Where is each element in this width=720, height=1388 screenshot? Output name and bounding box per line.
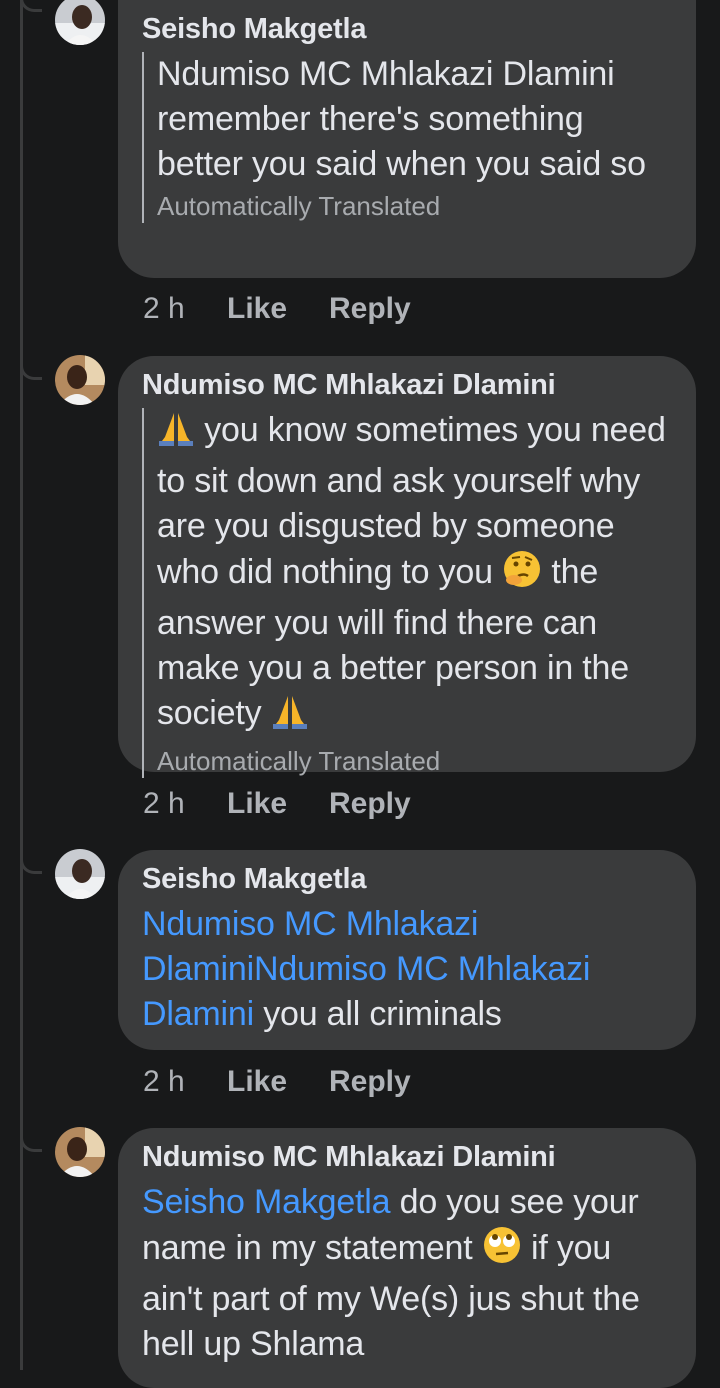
avatar[interactable] (55, 0, 105, 45)
reply-connector (20, 0, 42, 12)
comment-text: Ndumiso MC Mhlakazi Dlamini remember the… (157, 55, 646, 183)
avatar[interactable] (55, 1127, 105, 1177)
translated-quote: Ndumiso MC Mhlakazi Dlamini remember the… (142, 52, 672, 223)
comment-actions: 2 h Like Reply (143, 1065, 411, 1099)
reply-button[interactable]: Reply (329, 1065, 411, 1099)
comment-time[interactable]: 2 h (143, 292, 227, 326)
comment-time[interactable]: 2 h (143, 787, 227, 821)
avatar[interactable] (55, 849, 105, 899)
comment-bubble: Ndumiso MC Mhlakazi Dlamini you know som… (118, 356, 696, 778)
comment-author[interactable]: Seisho Makgetla (142, 12, 672, 46)
comment-author[interactable]: Ndumiso MC Mhlakazi Dlamini (142, 1140, 672, 1174)
eye-roll-emoji-icon (482, 1225, 522, 1277)
comment-text: Ndumiso MC Mhlakazi DlaminiNdumiso MC Mh… (142, 902, 652, 1037)
comment-text: you know sometimes you need to sit down … (157, 408, 672, 742)
like-button[interactable]: Like (227, 292, 329, 326)
pray-emoji-icon (271, 694, 309, 742)
comment-bubble: Ndumiso MC Mhlakazi Dlamini Seisho Makge… (118, 1128, 696, 1388)
thinking-emoji-icon (502, 549, 542, 601)
reply-button[interactable]: Reply (329, 787, 411, 821)
like-button[interactable]: Like (227, 787, 329, 821)
comment-bubble: Seisho Makgetla Ndumiso MC Mhlakazi Dlam… (118, 0, 696, 278)
comment-text: Seisho Makgetla do you see your name in … (142, 1180, 672, 1367)
comment-actions: 2 h Like Reply (143, 787, 411, 821)
comment-actions: 2 h Like Reply (143, 292, 411, 326)
comment-bubble: Seisho Makgetla Ndumiso MC Mhlakazi Dlam… (118, 850, 696, 1050)
translated-label[interactable]: Automatically Translated (157, 744, 672, 778)
reply-button[interactable]: Reply (329, 292, 411, 326)
avatar-image (55, 849, 105, 899)
mention-link[interactable]: Seisho Makgetla (142, 1183, 391, 1221)
comment-text-part: you all criminals (263, 995, 502, 1033)
pray-emoji-icon (157, 411, 195, 459)
comment-author[interactable]: Seisho Makgetla (142, 862, 672, 896)
comment-time[interactable]: 2 h (143, 1065, 227, 1099)
avatar[interactable] (55, 355, 105, 405)
thread-line (20, 0, 23, 1370)
reply-connector (20, 858, 42, 874)
reply-connector (20, 1136, 42, 1152)
translated-quote: you know sometimes you need to sit down … (142, 408, 672, 778)
translated-label[interactable]: Automatically Translated (157, 189, 672, 223)
avatar-image (55, 355, 105, 405)
reply-connector (20, 364, 42, 380)
comment-author[interactable]: Ndumiso MC Mhlakazi Dlamini (142, 368, 672, 402)
like-button[interactable]: Like (227, 1065, 329, 1099)
avatar-image (55, 1127, 105, 1177)
avatar-image (55, 0, 105, 45)
